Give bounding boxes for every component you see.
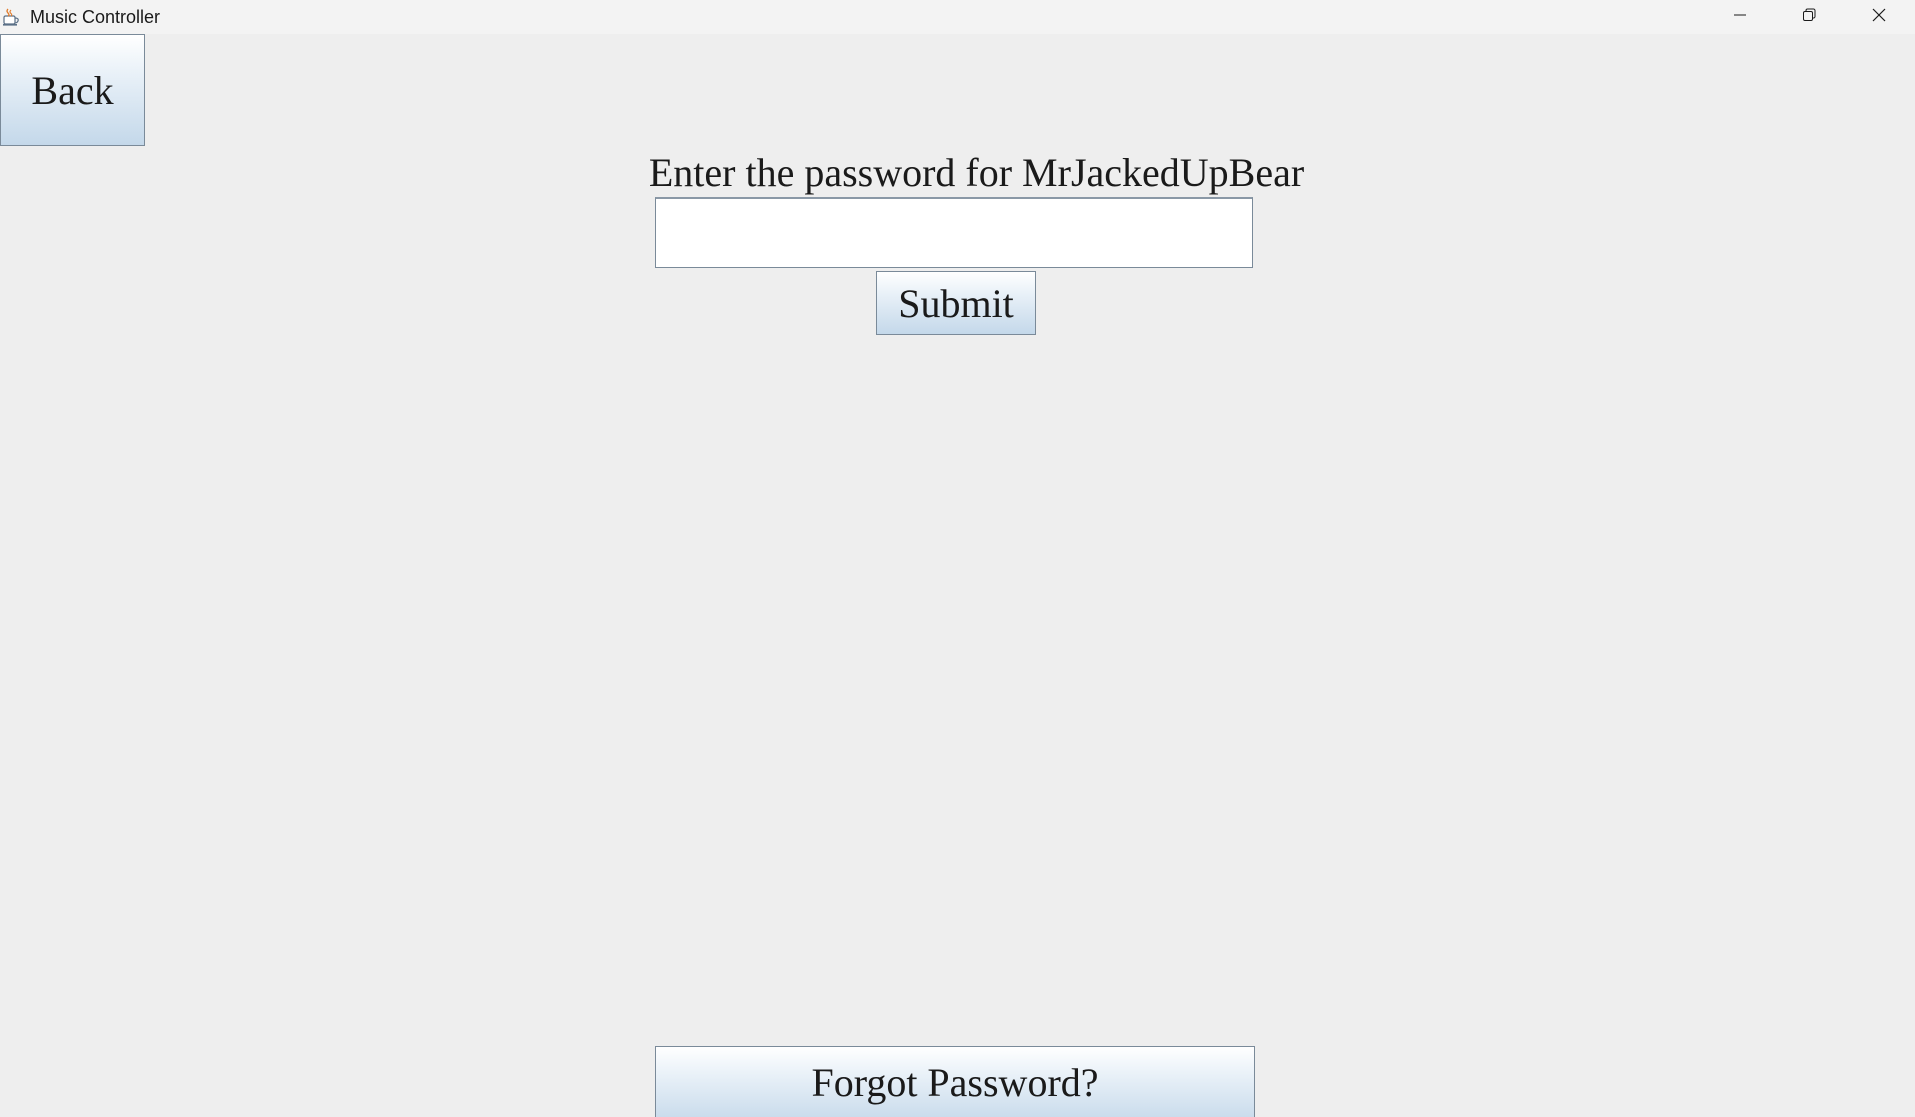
forgot-password-button[interactable]: Forgot Password? [655,1046,1255,1117]
window-title: Music Controller [30,7,161,27]
back-button[interactable]: Back [0,34,145,146]
password-prompt-label: Enter the password for MrJackedUpBear [648,150,1305,195]
maximize-button[interactable] [1775,0,1843,34]
restore-icon [1801,7,1817,28]
close-button[interactable] [1845,0,1913,34]
title-bar[interactable]: Music Controller [0,0,1915,34]
minimize-button[interactable] [1706,0,1774,34]
password-field[interactable] [655,197,1253,268]
close-icon [1871,7,1887,28]
java-cup-icon [1,7,21,27]
minimize-icon [1732,7,1748,28]
music-controller-window: Music Controller Back Enter the password… [0,0,1915,1117]
submit-button[interactable]: Submit [876,271,1036,335]
